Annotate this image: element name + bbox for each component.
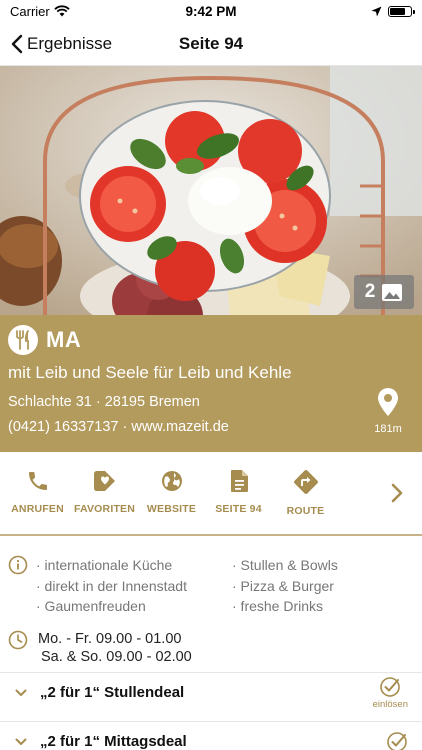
action-label-website: WEBSITE [146, 503, 197, 515]
status-bar: Carrier 9:42 PM [0, 0, 422, 22]
redeem-button[interactable]: einlösen [373, 676, 408, 710]
venue-name: MA [46, 327, 82, 352]
distance-label: 181m [374, 423, 402, 435]
redeem-button[interactable] [386, 731, 408, 750]
action-label-page: SEITE 94 [215, 503, 262, 515]
deal-row-mittagsdeal[interactable]: „2 für 1“ Mittagsdeal [0, 721, 422, 750]
more-actions-button[interactable] [390, 482, 404, 509]
deal-title: „2 für 1“ Mittagsdeal [40, 733, 187, 750]
redeem-label: einlösen [372, 698, 408, 710]
page-button[interactable]: SEITE 94 [205, 452, 272, 515]
venue-address[interactable]: Schlachte 31 · 28195 Bremen [8, 394, 200, 410]
venue-tagline: mit Leib und Seele für Leib und Kehle [8, 363, 292, 382]
chevron-down-icon [15, 689, 27, 696]
deal-row-stullendeal[interactable]: „2 für 1“ Stullendeal einlösen [0, 672, 422, 712]
status-right [371, 5, 415, 17]
action-label-favorites: FAVORITEN [73, 503, 136, 515]
directions-icon [293, 470, 318, 494]
feature-list-left: · internationale Küche · direkt in der I… [36, 555, 187, 617]
feature-item: · Gaumenfreuden [36, 598, 146, 614]
action-bar: ANRUFEN FAVORITEN WEBSITE SEITE 94 ROUTE [0, 452, 422, 536]
image-icon [382, 283, 403, 301]
chevron-left-icon [11, 34, 23, 53]
check-badge-icon [387, 731, 407, 750]
chevron-right-icon [391, 483, 403, 503]
route-button[interactable]: ROUTE [272, 452, 339, 517]
status-left: Carrier [10, 4, 70, 19]
action-label-call: ANRUFEN [11, 503, 64, 515]
map-location-button[interactable]: 181m [368, 387, 408, 435]
hero-image[interactable]: 2 [0, 66, 422, 315]
chevron-down-icon [15, 738, 27, 745]
map-pin-icon [378, 388, 398, 416]
hours-weekend: Sa. & So. 09.00 - 02.00 [41, 649, 192, 665]
feature-item: · direkt in der Innenstadt [36, 577, 187, 594]
navigation-bar: Ergebnisse Seite 94 [0, 22, 422, 66]
deal-title: „2 für 1“ Stullendeal [40, 684, 185, 701]
action-label-route: ROUTE [286, 505, 325, 517]
back-button[interactable]: Ergebnisse [0, 34, 112, 54]
photo-count: 2 [364, 281, 376, 302]
feature-item: · internationale Küche [36, 557, 173, 573]
info-icon [8, 555, 28, 575]
carrier-label: Carrier [10, 3, 50, 19]
feature-item: · freshe Drinks [232, 598, 324, 614]
feature-item: · Stullen & Bowls [232, 557, 338, 573]
restaurant-icon [8, 325, 38, 355]
clock-icon [8, 630, 28, 650]
venue-info: MA mit Leib und Seele für Leib und Kehle… [0, 315, 422, 452]
battery-icon [388, 5, 415, 17]
phone-icon [28, 472, 47, 490]
favorites-button[interactable]: FAVORITEN [71, 452, 138, 515]
venue-contact[interactable]: (0421) 16337137 · www.mazeit.de [8, 419, 229, 435]
back-label: Ergebnisse [27, 33, 113, 53]
photo-gallery-button[interactable]: 2 [354, 275, 414, 309]
heart-tag-icon [93, 471, 115, 491]
wifi-icon [54, 5, 70, 17]
check-badge-icon [380, 676, 401, 697]
globe-icon [161, 471, 182, 491]
battery-fill [390, 7, 406, 15]
website-button[interactable]: WEBSITE [138, 452, 205, 515]
hours-weekday: Mo. - Fr. 09.00 - 01.00 [38, 631, 182, 647]
feature-list-right: · Stullen & Bowls · Pizza & Burger · fre… [232, 555, 338, 617]
feature-item: · Pizza & Burger [232, 577, 334, 594]
call-button[interactable]: ANRUFEN [4, 452, 71, 515]
document-icon [230, 470, 248, 492]
location-arrow-icon [371, 6, 382, 16]
